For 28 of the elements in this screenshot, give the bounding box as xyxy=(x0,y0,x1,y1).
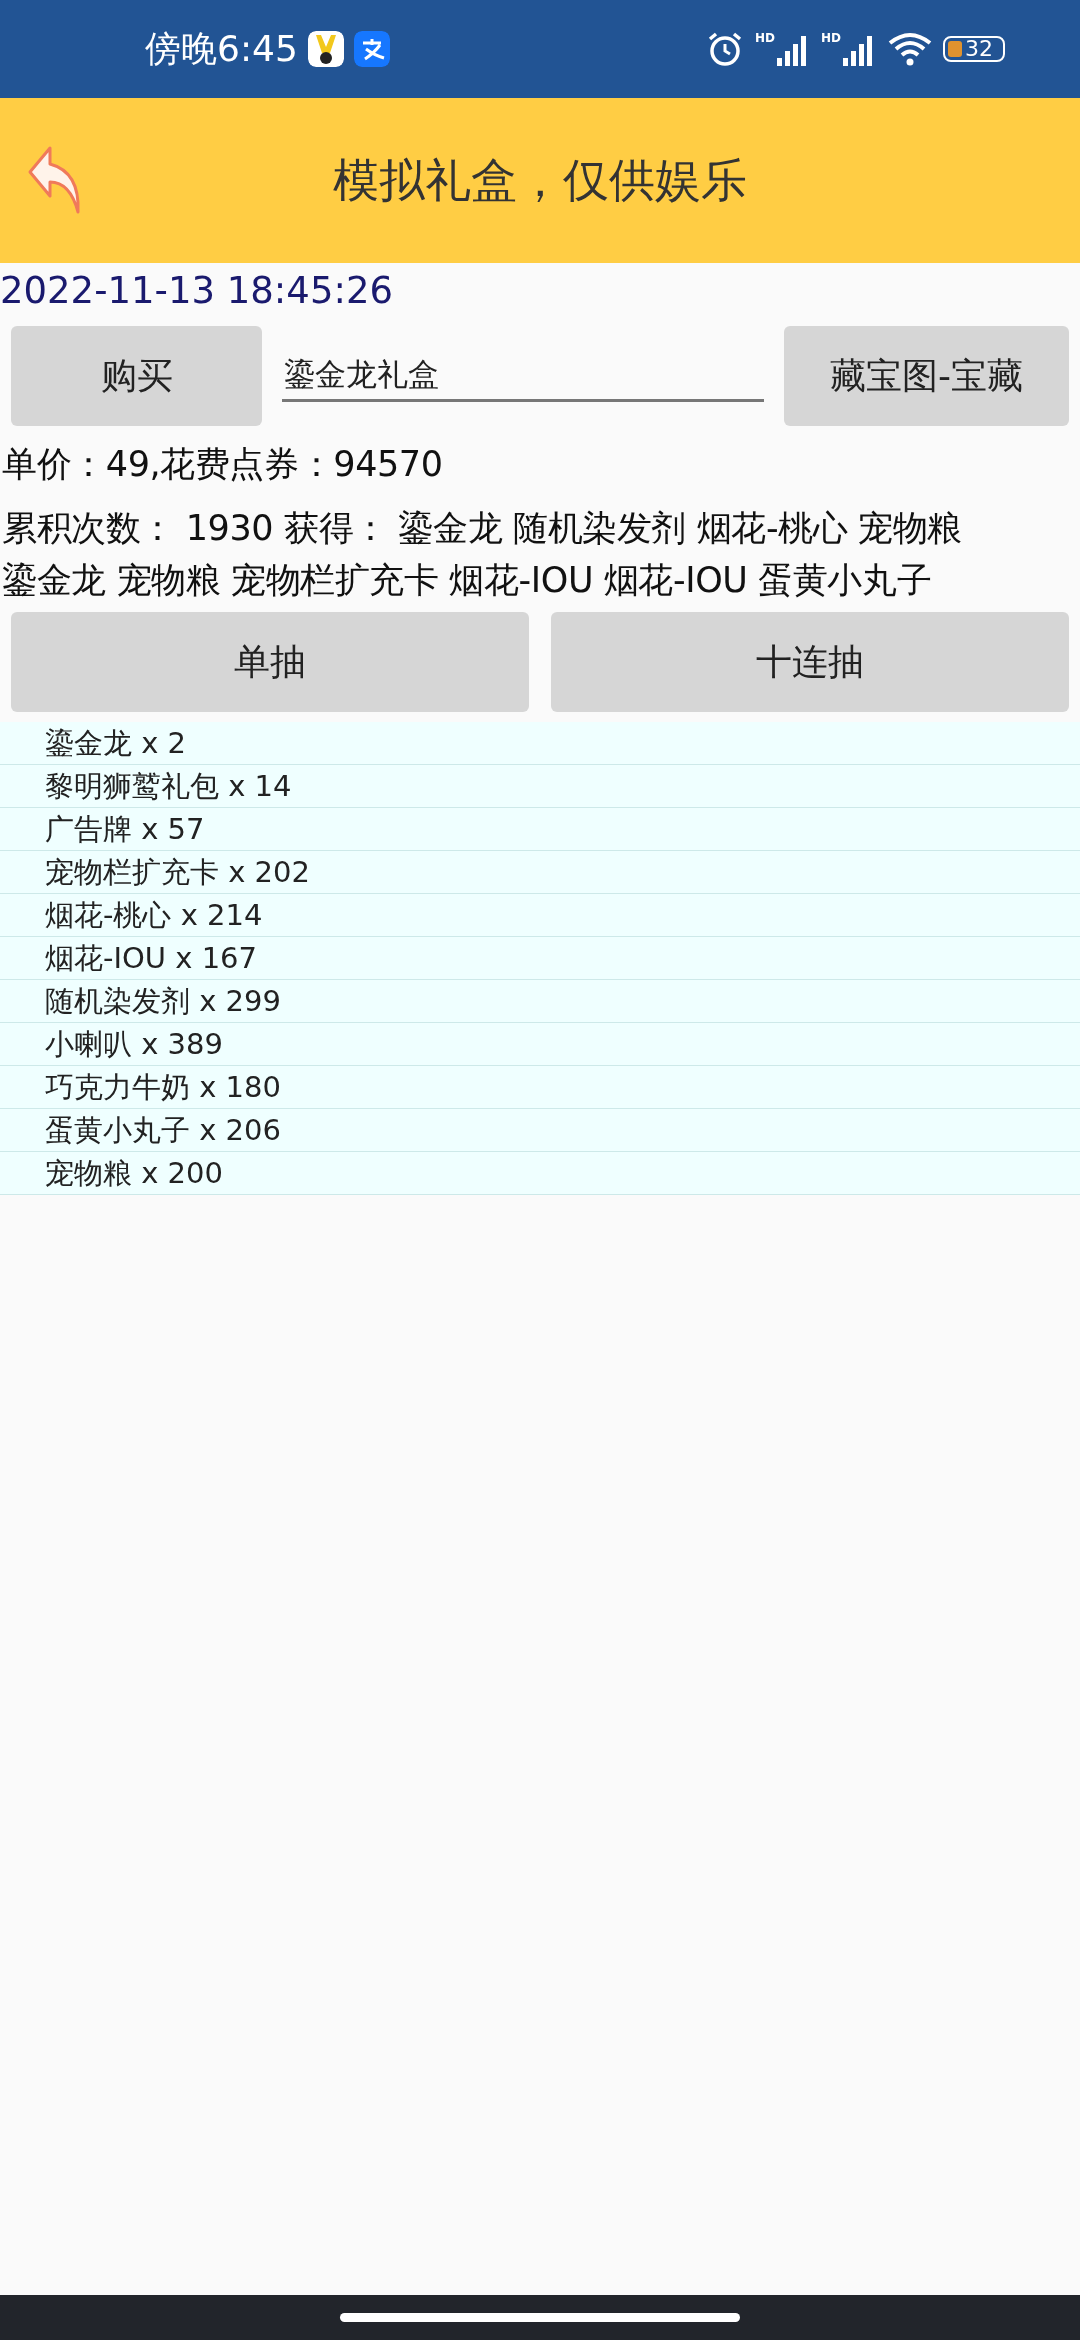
result-item: 随机染发剂 x 299 xyxy=(0,980,1080,1023)
draw-button[interactable]: 十连抽 xyxy=(551,612,1069,712)
result-item: 烟花-IOU x 167 xyxy=(0,937,1080,980)
result-item: 小喇叭 x 389 xyxy=(0,1023,1080,1066)
result-item: 巧克力牛奶 x 180 xyxy=(0,1066,1080,1109)
result-item: 鎏金龙 x 2 xyxy=(0,722,1080,765)
battery-fill xyxy=(948,41,962,57)
buy-button[interactable]: 购买 xyxy=(11,326,263,426)
draw-button[interactable]: 单抽 xyxy=(11,612,529,712)
page-title: 模拟礼盒，仅供娱乐 xyxy=(332,151,748,209)
input-field[interactable]: 鎏金龙礼盒 xyxy=(282,350,765,402)
payment-app-icon xyxy=(353,31,390,67)
info-text: 单价：49,花费点券：94570 xyxy=(1,443,444,486)
treasure-map-button[interactable]: 藏宝图-宝藏 xyxy=(784,326,1069,426)
timestamp: 2022-11-13 18:45:26 xyxy=(0,269,394,312)
info-text: 累积次数： 1930 获得： 鎏金龙 随机染发剂 烟花-桃心 宠物粮鎏金龙 宠物粮 宠物栏扩充卡 烟花-IOU 烟花-IOU 蛋黄小丸子 xyxy=(1,507,963,602)
result-item: 宠物粮 x 200 xyxy=(0,1152,1080,1195)
result-item: 烟花-桃心 x 214 xyxy=(0,894,1080,937)
result-item: 广告牌 x 57 xyxy=(0,808,1080,851)
battery-level: 32 xyxy=(965,38,993,60)
rabbit-app-icon xyxy=(307,31,344,67)
status-time: 傍晚6:45 xyxy=(145,26,298,71)
wifi-icon xyxy=(887,31,933,67)
network-label: HD xyxy=(821,32,841,44)
result-item: 黎明狮鹫礼包 x 14 xyxy=(0,765,1080,808)
result-item: 蛋黄小丸子 x 206 xyxy=(0,1109,1080,1152)
result-item: 宠物栏扩充卡 x 202 xyxy=(0,851,1080,894)
network-label: HD xyxy=(754,32,775,44)
